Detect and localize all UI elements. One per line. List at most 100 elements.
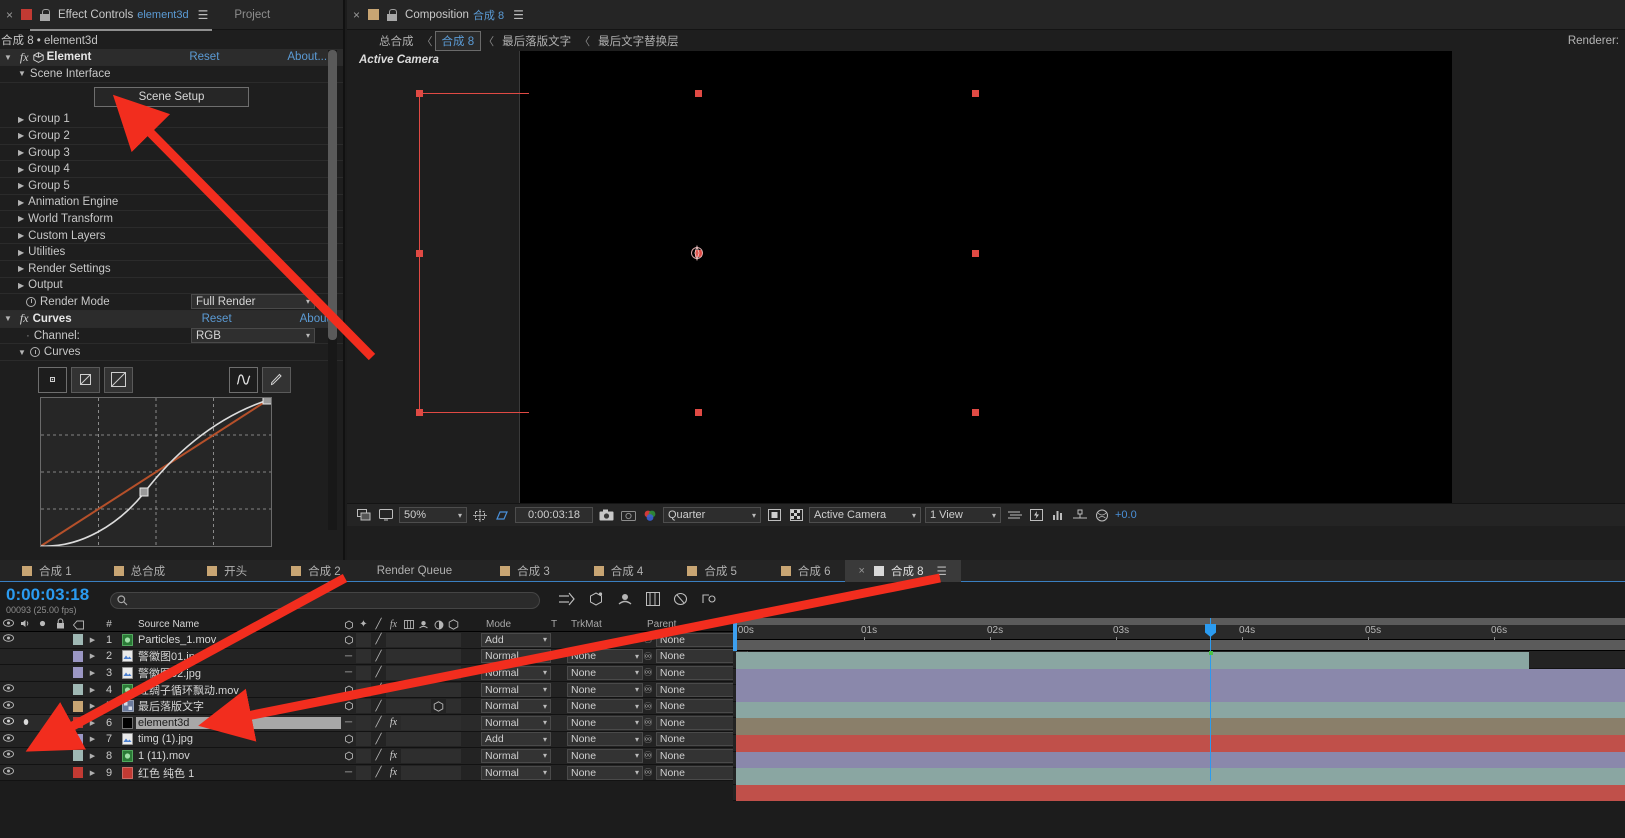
track-row[interactable] xyxy=(733,668,1625,686)
shy-switch[interactable] xyxy=(341,732,356,746)
label-color-swatch[interactable] xyxy=(70,717,86,729)
three-d-switch[interactable] xyxy=(446,715,461,730)
transform-handle[interactable] xyxy=(695,90,702,97)
quality-switch[interactable]: ╱ xyxy=(371,716,386,730)
quality-switch[interactable]: ╱ xyxy=(371,649,386,663)
expand-layer-chevron-icon[interactable]: ▶ xyxy=(86,669,99,677)
channels-icon[interactable] xyxy=(641,507,659,523)
collapse-switch[interactable] xyxy=(356,732,371,747)
track-row[interactable] xyxy=(733,701,1625,719)
track-row[interactable] xyxy=(733,734,1625,752)
chevron-right-icon[interactable] xyxy=(18,231,24,240)
three-d-switch[interactable] xyxy=(446,632,461,647)
lock-icon[interactable] xyxy=(40,8,51,21)
chevron-right-icon[interactable] xyxy=(18,148,24,157)
panel-menu-icon[interactable]: ☰ xyxy=(198,8,209,22)
parent-pickwhip-icon[interactable]: ♾ xyxy=(643,766,653,779)
track-row[interactable] xyxy=(733,768,1625,785)
trkmat-dropdown[interactable]: None ▾ xyxy=(567,699,643,714)
property-group[interactable]: Group 1 xyxy=(0,112,343,129)
shy-switch[interactable]: ─ xyxy=(341,766,356,780)
chevron-down-icon[interactable] xyxy=(4,53,12,62)
shy-switch[interactable] xyxy=(341,699,356,713)
chevron-right-icon[interactable] xyxy=(18,281,24,290)
composition-viewer[interactable]: Active Camera 50% ▾ 0:00:03:18 Quarter ▾… xyxy=(347,51,1625,526)
resolution-dropdown[interactable]: Quarter ▾ xyxy=(663,507,761,523)
label-color-swatch[interactable] xyxy=(70,634,86,646)
three-d-switch[interactable] xyxy=(446,649,461,664)
label-color-swatch[interactable] xyxy=(70,733,86,745)
expand-layer-chevron-icon[interactable]: ▶ xyxy=(86,636,99,644)
chevron-right-icon[interactable] xyxy=(18,131,24,140)
parent-pickwhip-icon[interactable]: ♾ xyxy=(643,733,653,746)
snapshot-icon[interactable] xyxy=(597,507,615,523)
work-area-band[interactable] xyxy=(733,618,1625,625)
zoom-dropdown[interactable]: 50% ▾ xyxy=(399,507,467,523)
quality-switch[interactable]: ╱ xyxy=(371,766,386,780)
chevron-right-icon[interactable] xyxy=(18,181,24,190)
transform-handle[interactable] xyxy=(416,250,423,257)
comp-start-marker[interactable] xyxy=(733,618,737,651)
parent-pickwhip-icon[interactable]: ♾ xyxy=(643,633,653,646)
frame-blend-switch[interactable] xyxy=(401,748,416,763)
timeline-tab[interactable]: 合成 5 xyxy=(657,560,751,582)
transform-handle[interactable] xyxy=(416,90,423,97)
label-color-swatch[interactable] xyxy=(70,684,86,696)
anchor-point-icon[interactable] xyxy=(689,244,704,262)
channel-dropdown[interactable]: RGB ▾ xyxy=(191,328,315,344)
track-matte-cell[interactable]: None ▾ xyxy=(567,682,643,697)
layer-name[interactable]: 警徽图02.jpg xyxy=(136,665,341,681)
collapse-switch[interactable] xyxy=(356,649,371,664)
parent-pickwhip-icon[interactable]: ♾ xyxy=(643,650,653,663)
layer-switches[interactable]: ╱ xyxy=(341,682,481,697)
three-d-switch[interactable] xyxy=(446,765,461,780)
layer-switches[interactable]: ─ ╱ fx xyxy=(341,765,481,780)
parent-pickwhip-icon[interactable]: ♾ xyxy=(643,683,653,696)
frame-blend-switch[interactable] xyxy=(401,715,416,730)
time-ruler[interactable]: :00s 01s 02s 03s 04s 05s 06s xyxy=(733,618,1625,641)
effects-switch[interactable]: fx xyxy=(386,716,401,730)
render-mode-dropdown[interactable]: Full Render ▾ xyxy=(191,294,315,310)
parent-pickwhip-icon[interactable]: ♾ xyxy=(643,749,653,762)
current-time-field[interactable]: 0:00:03:18 xyxy=(515,507,593,523)
stopwatch-icon[interactable] xyxy=(29,347,40,358)
timeline-tab[interactable]: 合成 3 xyxy=(466,560,564,582)
work-area-bar[interactable] xyxy=(733,640,1625,651)
source-name-header[interactable]: Source Name xyxy=(136,619,341,630)
frame-blend-switch[interactable] xyxy=(401,699,416,714)
chevron-down-icon[interactable] xyxy=(18,348,26,357)
property-render-settings[interactable]: Render Settings xyxy=(0,261,343,278)
main-view-icon[interactable] xyxy=(377,507,395,523)
toggle-transparency-grid-icon[interactable] xyxy=(355,507,373,523)
renderer-label[interactable]: Renderer: xyxy=(1568,35,1625,47)
layer-switches[interactable]: ╱ xyxy=(341,699,481,714)
transform-handle[interactable] xyxy=(972,90,979,97)
motion-blur-switch[interactable] xyxy=(416,699,431,714)
adjustment-switch[interactable] xyxy=(431,682,446,697)
adjustment-switch[interactable] xyxy=(431,632,446,647)
property-output[interactable]: Output xyxy=(0,278,343,295)
timeline-tab[interactable]: 合成 1 xyxy=(0,560,86,582)
track-matte-cell[interactable]: None ▾ xyxy=(567,715,643,730)
collapse-switch[interactable] xyxy=(356,699,371,714)
track-matte-cell[interactable]: None ▾ xyxy=(567,665,643,680)
adjustment-switch[interactable] xyxy=(431,732,446,747)
curve-auto-tool-icon[interactable] xyxy=(229,366,258,393)
shy-layers-icon[interactable] xyxy=(558,592,575,609)
blend-mode-dropdown[interactable]: Normal ▾ xyxy=(481,665,551,680)
blend-mode-dropdown[interactable]: Normal ▾ xyxy=(481,699,551,714)
effects-switch[interactable] xyxy=(386,682,401,697)
layer-name[interactable]: 1 (11).mov xyxy=(136,750,341,762)
enable-frame-blending-icon[interactable] xyxy=(588,591,604,609)
shy-switch[interactable]: ─ xyxy=(341,716,356,730)
timeline-tab[interactable]: 合成 4 xyxy=(564,560,658,582)
video-toggle[interactable] xyxy=(0,700,17,712)
video-toggle[interactable] xyxy=(0,734,17,745)
quality-switch[interactable]: ╱ xyxy=(371,666,386,680)
layer-switches[interactable]: ─ ╱ xyxy=(341,649,481,664)
brainstorm-icon[interactable] xyxy=(673,592,688,609)
view-camera-dropdown[interactable]: Active Camera ▾ xyxy=(809,507,921,523)
video-toggle[interactable] xyxy=(0,634,17,645)
property-group[interactable]: Group 2 xyxy=(0,128,343,145)
track-matte-cell[interactable]: None ▾ xyxy=(567,649,643,664)
